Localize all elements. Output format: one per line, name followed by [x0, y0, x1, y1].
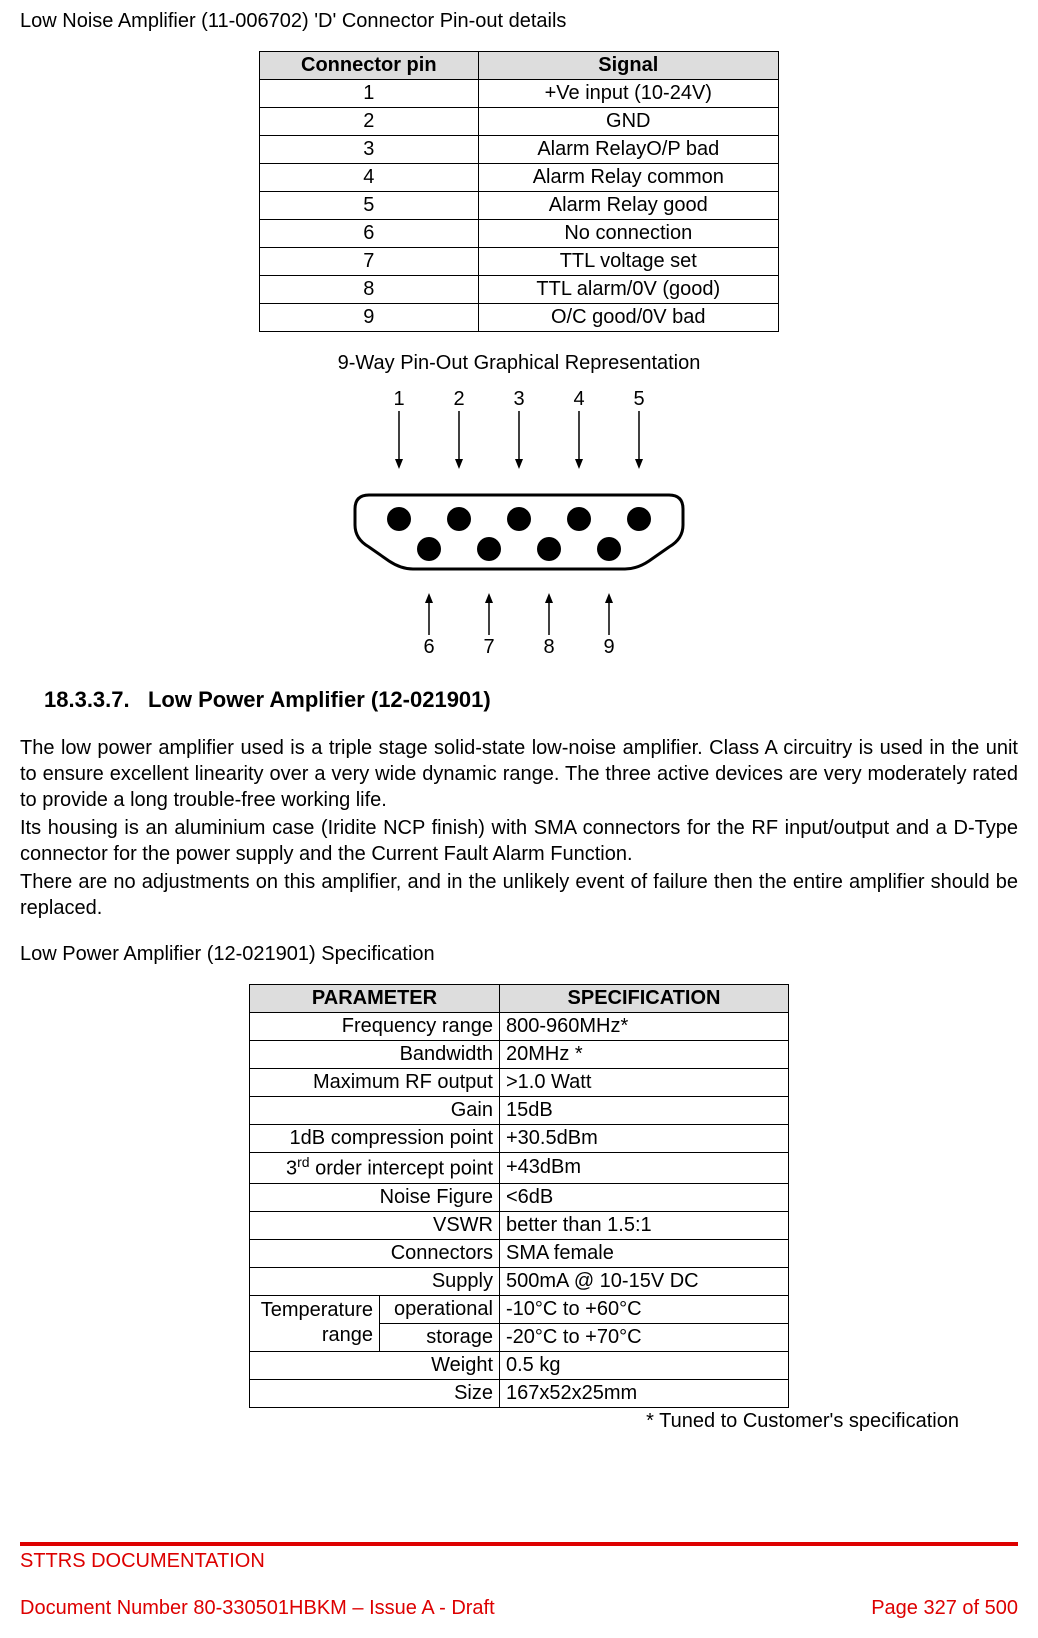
pinout-pin: 1	[260, 80, 479, 108]
section-heading: 18.3.3.7. Low Power Amplifier (12-021901…	[44, 687, 1018, 713]
spec-value: better than 1.5:1	[500, 1211, 789, 1239]
section-number: 18.3.3.7.	[44, 687, 130, 712]
spec-value: 167x52x25mm	[500, 1379, 789, 1407]
svg-text:8: 8	[543, 636, 554, 657]
spec-param: Bandwidth	[250, 1041, 500, 1069]
footer-doc-number: Document Number 80-330501HBKM – Issue A …	[20, 1597, 495, 1620]
spec-param: Frequency range	[250, 1013, 500, 1041]
spec-param: 3rd order intercept point	[250, 1153, 500, 1184]
spec-value: +30.5dBm	[500, 1125, 789, 1153]
spec-param: Maximum RF output	[250, 1069, 500, 1097]
pinout-signal: TTL voltage set	[478, 248, 778, 276]
page-footer: STTRS DOCUMENTATION Document Number 80-3…	[20, 1542, 1018, 1620]
d-connector-svg: 1 2 3 4 5 6 7 8 9	[319, 377, 719, 657]
pinout-signal: TTL alarm/0V (good)	[478, 276, 778, 304]
footer-page-number: Page 327 of 500	[871, 1597, 1018, 1620]
svg-text:5: 5	[633, 388, 644, 410]
spec-value: SMA female	[500, 1239, 789, 1267]
pinout-diagram: 9-Way Pin-Out Graphical Representation 1…	[20, 352, 1018, 657]
spec-temp-st-label: storage	[380, 1323, 500, 1351]
svg-text:7: 7	[483, 636, 494, 657]
spec-value: 15dB	[500, 1097, 789, 1125]
pinout-header-pin: Connector pin	[260, 52, 479, 80]
spec-table: PARAMETER SPECIFICATION Frequency range8…	[249, 984, 789, 1408]
spec-param: 1dB compression point	[250, 1125, 500, 1153]
pinout-pin: 7	[260, 248, 479, 276]
spec-param: Connectors	[250, 1239, 500, 1267]
body-paragraph-3: There are no adjustments on this amplifi…	[20, 869, 1018, 921]
pinout-signal: GND	[478, 108, 778, 136]
pinout-table: Connector pin Signal 1+Ve input (10-24V)…	[259, 51, 779, 332]
spec-value: +43dBm	[500, 1153, 789, 1184]
body-paragraph-1: The low power amplifier used is a triple…	[20, 735, 1018, 813]
spec-param: Weight	[250, 1351, 500, 1379]
pinout-pin: 6	[260, 220, 479, 248]
pinout-signal: Alarm RelayO/P bad	[478, 136, 778, 164]
spec-header-spec: SPECIFICATION	[500, 985, 789, 1013]
spec-param: Size	[250, 1379, 500, 1407]
pinout-pin: 8	[260, 276, 479, 304]
tuned-note: * Tuned to Customer's specification	[79, 1410, 959, 1433]
spec-value: <6dB	[500, 1183, 789, 1211]
pinout-signal: Alarm Relay common	[478, 164, 778, 192]
svg-text:9: 9	[603, 636, 614, 657]
spec-temp-st-val: -20°C to +70°C	[500, 1323, 789, 1351]
pinout-signal: +Ve input (10-24V)	[478, 80, 778, 108]
lna-pinout-title: Low Noise Amplifier (11-006702) 'D' Conn…	[20, 10, 1018, 33]
spec-value: >1.0 Watt	[500, 1069, 789, 1097]
spec-value: 0.5 kg	[500, 1351, 789, 1379]
spec-title: Low Power Amplifier (12-021901) Specific…	[20, 943, 1018, 966]
pinout-pin: 5	[260, 192, 479, 220]
body-paragraph-2: Its housing is an aluminium case (Iridit…	[20, 815, 1018, 867]
spec-param: Gain	[250, 1097, 500, 1125]
spec-header-param: PARAMETER	[250, 985, 500, 1013]
svg-text:6: 6	[423, 636, 434, 657]
pinout-signal: No connection	[478, 220, 778, 248]
spec-value: 800-960MHz*	[500, 1013, 789, 1041]
svg-text:1: 1	[393, 388, 404, 410]
svg-text:2: 2	[453, 388, 464, 410]
svg-text:4: 4	[573, 388, 584, 410]
spec-param: Noise Figure	[250, 1183, 500, 1211]
pinout-pin: 9	[260, 304, 479, 332]
spec-temp-label: Temperature range	[250, 1295, 380, 1351]
pinout-pin: 3	[260, 136, 479, 164]
section-text: Low Power Amplifier (12-021901)	[148, 687, 491, 712]
spec-temp-op-label: operational	[380, 1295, 500, 1323]
pinout-pin: 4	[260, 164, 479, 192]
pinout-header-signal: Signal	[478, 52, 778, 80]
pinout-signal: O/C good/0V bad	[478, 304, 778, 332]
diagram-title: 9-Way Pin-Out Graphical Representation	[20, 352, 1018, 375]
pinout-signal: Alarm Relay good	[478, 192, 778, 220]
spec-param: VSWR	[250, 1211, 500, 1239]
spec-param: Supply	[250, 1267, 500, 1295]
spec-temp-op-val: -10°C to +60°C	[500, 1295, 789, 1323]
pinout-pin: 2	[260, 108, 479, 136]
footer-title: STTRS DOCUMENTATION	[20, 1550, 1018, 1573]
spec-value: 500mA @ 10-15V DC	[500, 1267, 789, 1295]
spec-value: 20MHz *	[500, 1041, 789, 1069]
svg-text:3: 3	[513, 388, 524, 410]
